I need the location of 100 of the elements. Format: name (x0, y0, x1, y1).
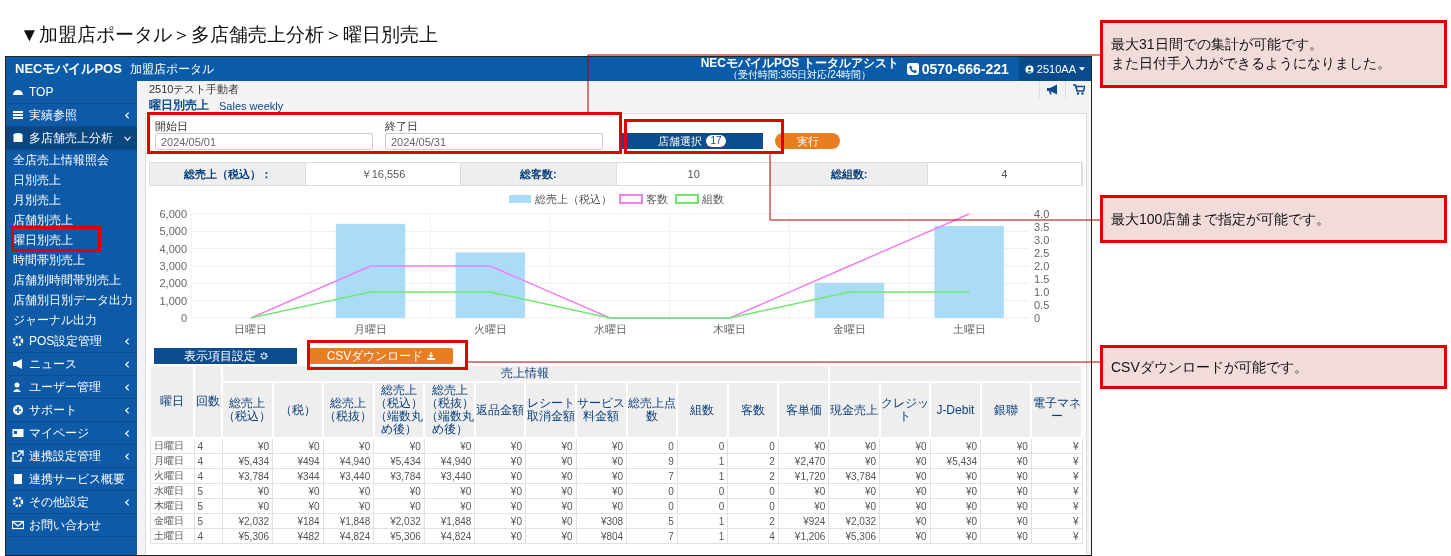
table-cell: ¥0 (525, 513, 577, 529)
table-cell: 4 (194, 453, 222, 469)
table-cell: ¥0 (576, 498, 627, 514)
table-cell: ¥0 (474, 453, 526, 469)
sidebar-item[interactable]: マイページ (6, 422, 137, 445)
axis-label: 3.5 (1034, 221, 1050, 233)
table-cell: 2 (727, 513, 779, 529)
sidebar-subitem[interactable]: 月別売上 (13, 190, 61, 210)
chart-bar (814, 282, 885, 318)
table-cell: ¥0 (778, 483, 829, 499)
document-icon (12, 473, 24, 485)
sidebar-subitem[interactable]: 全店売上情報照会 (13, 150, 109, 170)
table-cell: ¥0 (576, 468, 627, 484)
column-header: クレジット (879, 382, 931, 438)
table-cell: ¥0 (474, 468, 526, 484)
table-cell: 1 (677, 468, 728, 484)
support-hours: （受付時間:365日対応/24時間） (727, 69, 872, 80)
table-cell: ¥ (1031, 483, 1082, 499)
sidebar-subitem[interactable]: 日別売上 (13, 170, 61, 190)
table-cell: ¥0 (272, 483, 324, 499)
table-cell: ¥0 (474, 483, 526, 499)
table-cell: ¥0 (980, 528, 1032, 544)
table-cell: ¥0 (373, 498, 425, 514)
table-cell: 5 (194, 513, 222, 529)
table-cell: 5 (194, 483, 222, 499)
table-cell: ¥4,940 (323, 453, 374, 469)
cart-icon[interactable] (1072, 84, 1085, 95)
start-date-field[interactable]: 2024/05/01 (155, 133, 373, 150)
legend-label: 客数 (646, 193, 668, 205)
table-cell: ¥2,470 (778, 453, 829, 469)
chart-bar (455, 252, 525, 318)
summary-label: 総客数: (460, 163, 616, 185)
table-cell: 水曜日 (150, 483, 194, 499)
column-header: J-Debit (930, 382, 981, 438)
sidebar-item[interactable]: サポート (6, 399, 137, 422)
table-cell: ¥0 (576, 438, 627, 454)
column-header: 総売上（税込）（端数丸め後） (373, 382, 425, 438)
user-menu[interactable]: 2510AA (1018, 57, 1091, 81)
table-cell: ¥804 (576, 528, 627, 544)
group-header: 売上情報 (222, 365, 829, 382)
axis-label: 1.5 (1034, 273, 1050, 285)
table-cell: ¥2,032 (222, 513, 273, 529)
column-header: 客単価 (778, 382, 829, 438)
plus-circle-icon (12, 404, 24, 416)
sidebar-item[interactable]: POS設定管理 (6, 330, 137, 353)
table-cell: 4 (194, 468, 222, 484)
axis-label: 2.5 (1034, 247, 1050, 259)
user-icon (12, 381, 24, 393)
table-cell: ¥4,824 (424, 528, 475, 544)
table-cell: 0 (727, 483, 779, 499)
sidebar-item[interactable]: ユーザー管理 (6, 376, 137, 399)
table-cell: ¥0 (525, 468, 577, 484)
table-cell: 日曜日 (150, 438, 194, 454)
sidebar-subitem[interactable]: 時間帯別売上 (13, 250, 85, 270)
sidebar-subitem[interactable]: ジャーナル出力 (13, 310, 97, 330)
megaphone-icon[interactable] (1046, 84, 1059, 95)
table-cell: ¥0 (222, 483, 273, 499)
sidebar-item[interactable]: 多店舗売上分析 (6, 127, 137, 150)
callout-text: 最大31日間での集計が可能です。 (1111, 35, 1324, 54)
display-settings-button[interactable]: 表示項目設定 (154, 348, 297, 364)
table-cell: ¥0 (272, 438, 324, 454)
list-icon (12, 109, 24, 121)
column-header: 回数 (194, 365, 222, 438)
table-cell: ¥5,434 (222, 453, 273, 469)
table-cell: ¥3,784 (373, 468, 425, 484)
sidebar-item[interactable]: お問い合わせ (6, 514, 137, 537)
user-icon (1024, 64, 1034, 74)
table-cell: 1 (677, 528, 728, 544)
table-cell: ¥0 (980, 483, 1032, 499)
end-date-field[interactable]: 2024/05/31 (385, 133, 603, 150)
table-cell: 0 (677, 438, 728, 454)
chevron-icon (124, 383, 131, 391)
sidebar-subitem[interactable]: 店舗別時間帯別売上 (13, 270, 121, 290)
external-link-icon (12, 450, 24, 462)
sidebar-item[interactable]: 連携設定管理 (6, 445, 137, 468)
axis-label: 3,000 (159, 260, 187, 272)
store-select-button[interactable]: 店舗選択 17 (621, 133, 763, 149)
count-badge: 17 (706, 135, 726, 147)
table-cell: ¥5,434 (930, 453, 981, 469)
table-cell: ¥494 (272, 453, 324, 469)
table-cell: ¥0 (879, 468, 931, 484)
table-cell: ¥0 (576, 453, 627, 469)
sidebar-subitem[interactable]: 店舗別売上 (13, 210, 73, 230)
table-cell: ¥0 (474, 498, 526, 514)
table-cell: 土曜日 (150, 528, 194, 544)
column-header: （税） (272, 382, 324, 438)
sidebar-item[interactable]: TOP (6, 81, 137, 104)
table-cell: ¥3,784 (828, 468, 880, 484)
table-cell: ¥0 (525, 483, 577, 499)
sidebar-subitem[interactable]: 店舗別日別データ出力 (13, 290, 133, 310)
sidebar-item[interactable]: ニュース (6, 353, 137, 376)
caret-icon (1079, 67, 1085, 71)
sidebar-item[interactable]: 連携サービス概要 (6, 468, 137, 491)
column-header: 客数 (727, 382, 779, 438)
sidebar-item[interactable]: その他設定 (6, 491, 137, 514)
table-cell: 2 (727, 453, 779, 469)
table-cell: ¥1,848 (424, 513, 475, 529)
table-cell: ¥0 (980, 513, 1032, 529)
sidebar-subitem[interactable]: 曜日別売上 (13, 230, 73, 250)
table-cell: ¥0 (980, 453, 1032, 469)
